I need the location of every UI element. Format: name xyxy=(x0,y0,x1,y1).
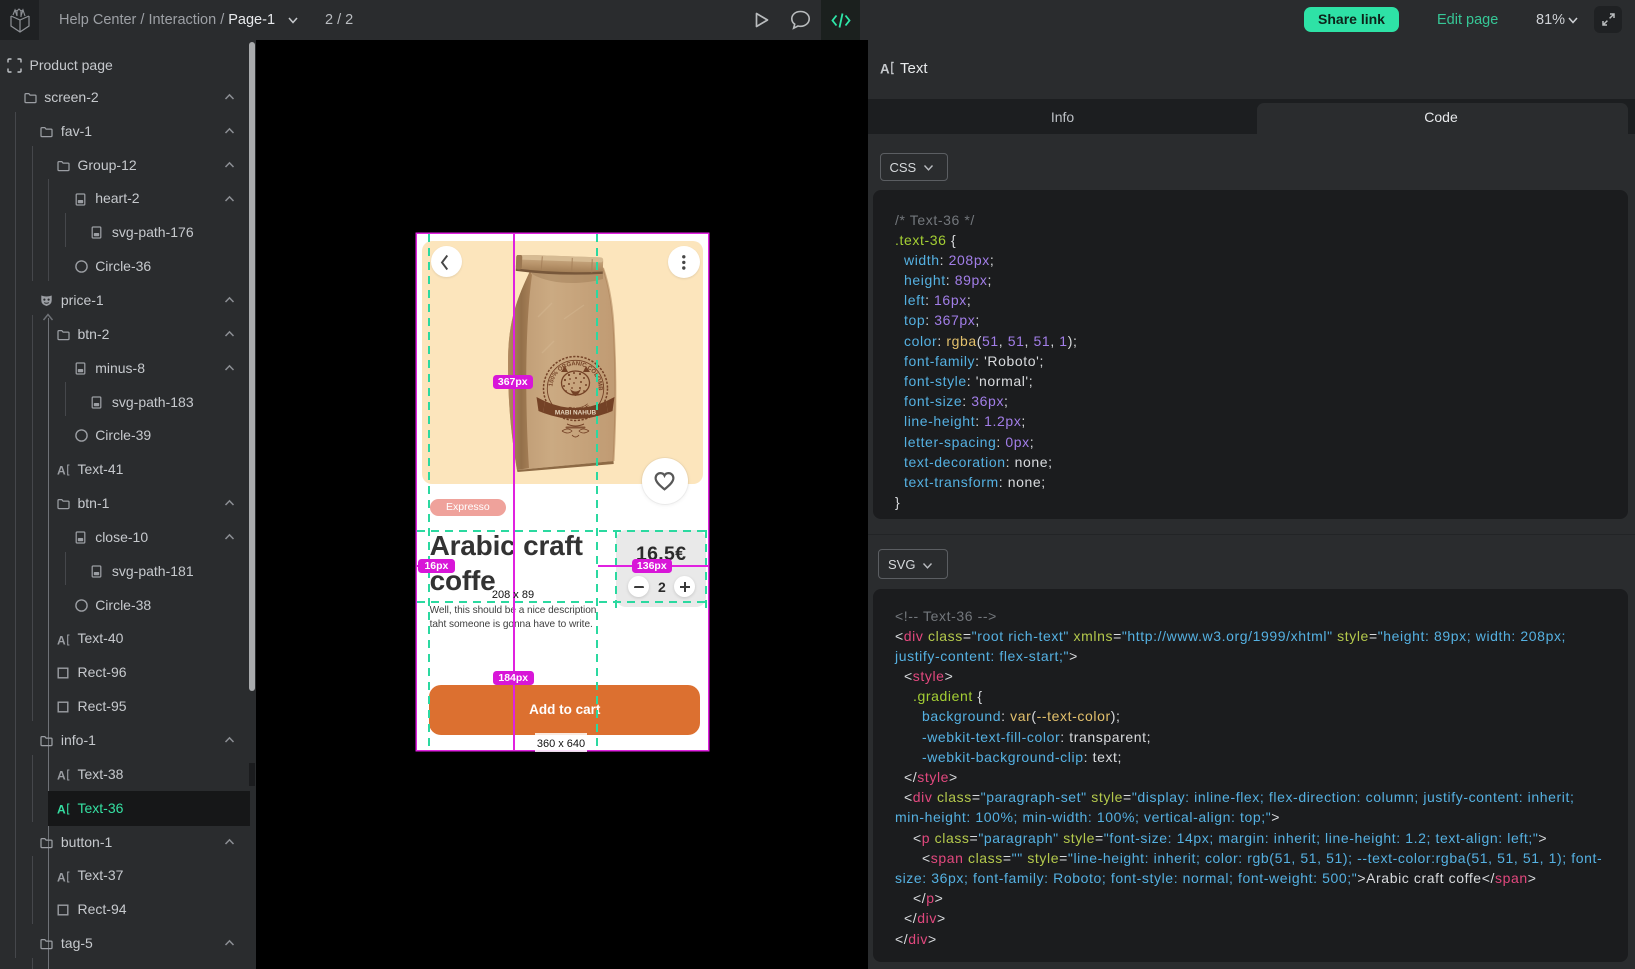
svg-text:MABI NAHUB: MABI NAHUB xyxy=(555,410,597,417)
svg-text:A: A xyxy=(57,871,66,883)
svg-text:A: A xyxy=(57,634,66,646)
svg-text:A: A xyxy=(880,61,890,75)
svg-text:A: A xyxy=(57,464,66,476)
svg-text:A: A xyxy=(57,803,66,815)
svg-text:A: A xyxy=(57,769,66,781)
